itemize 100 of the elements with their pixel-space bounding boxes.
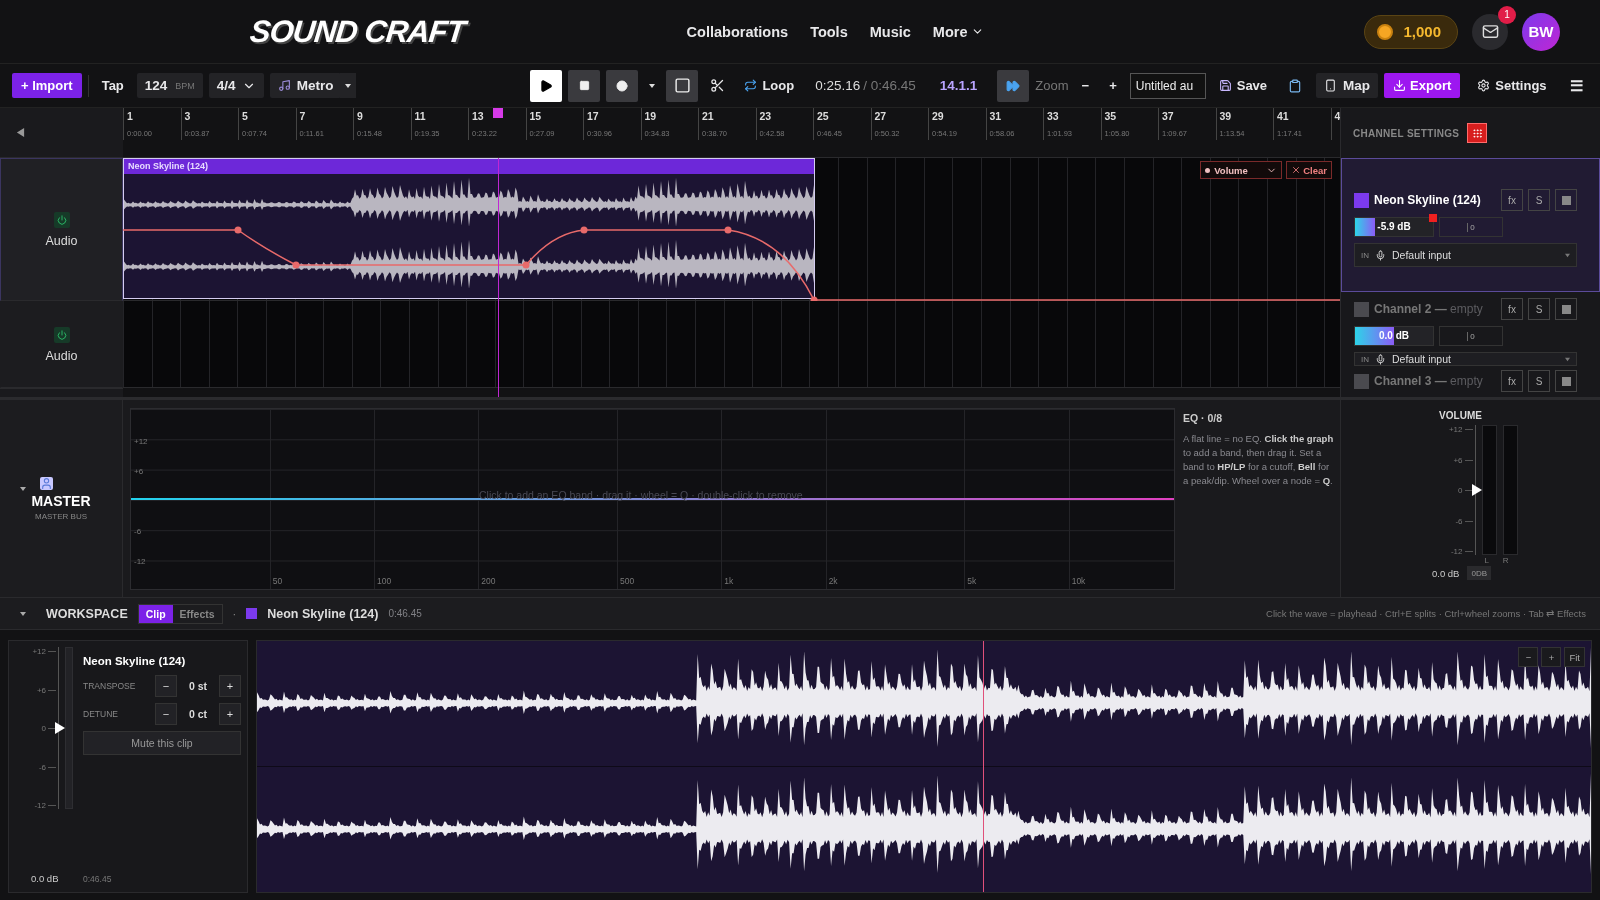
save-button[interactable]: Save [1211, 73, 1275, 98]
play-button[interactable] [530, 69, 563, 102]
decrement-button[interactable]: − [155, 703, 177, 725]
track-header[interactable]: Audio [0, 158, 123, 301]
bar-number: 5 [242, 110, 248, 122]
scale-label: 0 [41, 723, 46, 733]
mute-button[interactable] [1555, 189, 1577, 211]
power-button[interactable] [53, 326, 70, 343]
bar-number: 1 [127, 110, 133, 122]
solo-button[interactable]: S [1528, 189, 1550, 211]
coin-balance[interactable]: 1,000 [1364, 14, 1458, 49]
volume-slider[interactable]: 0.0 dB [1354, 326, 1434, 346]
workspace-tab[interactable]: Effects [172, 604, 222, 623]
music-note-icon [277, 79, 291, 92]
clear-button[interactable]: Clear [1286, 161, 1332, 179]
tap-button[interactable]: Tap [94, 73, 131, 98]
project-name-field[interactable]: Untitled au [1129, 72, 1206, 99]
pan-slider[interactable]: 0 [1439, 217, 1503, 237]
square-icon [1561, 304, 1571, 314]
record-icon [616, 79, 629, 92]
mute-clip-button[interactable]: Mute this clip [83, 731, 241, 755]
fx-button[interactable]: fx [1501, 298, 1523, 320]
increment-button[interactable]: + [219, 703, 241, 725]
frequency-label: 5k [967, 576, 977, 586]
audio-clip[interactable]: Neon Skyline (124) [123, 158, 815, 299]
export-button[interactable]: Export [1384, 73, 1461, 98]
solo-button[interactable]: S [1528, 370, 1550, 392]
bar-number: 25 [817, 110, 829, 122]
reset-button[interactable]: 0DB [1467, 566, 1491, 580]
fast-forward-icon [1006, 78, 1021, 93]
metronome-button[interactable]: Metro [269, 73, 342, 98]
control-value: 0 st [187, 680, 209, 692]
frequency-label: 100 [377, 576, 392, 586]
bpm-field[interactable]: 124 BPM [136, 73, 203, 98]
waveform-editor[interactable]: − + Fit [256, 640, 1592, 893]
solo-button[interactable]: S [1528, 298, 1550, 320]
more-menu[interactable]: More [932, 23, 985, 40]
import-button[interactable]: + Import [12, 73, 82, 98]
input-select[interactable]: IN Default input [1354, 352, 1577, 366]
channel-strip[interactable]: Neon Skyline (124) fx S -5.9 dB 0 IN Default input [1341, 158, 1600, 292]
channel-strip[interactable]: Channel 2 — empty fx S 0.0 dB 0 IN Default input [1341, 292, 1600, 364]
channel-strip[interactable]: Channel 3 — empty fx S [1341, 364, 1600, 397]
record-button[interactable] [606, 69, 639, 102]
phone-icon [1324, 79, 1338, 92]
nav-link[interactable]: Collaborations [686, 23, 789, 40]
zoom-in-button[interactable]: + [1102, 73, 1124, 98]
power-button[interactable] [53, 211, 70, 228]
collapse-icon[interactable] [16, 128, 25, 137]
play-icon [539, 78, 554, 93]
control-label: DETUNE [83, 709, 119, 719]
follow-button[interactable] [997, 69, 1030, 102]
clipboard-icon[interactable] [1288, 78, 1303, 93]
caret-icon [649, 82, 656, 89]
input-select[interactable]: IN Default input [1354, 243, 1577, 267]
reset-button[interactable] [1467, 123, 1488, 143]
bar-number: 4 [1334, 110, 1340, 122]
decrement-button[interactable]: − [155, 675, 177, 697]
settings-button[interactable]: Settings [1470, 73, 1554, 98]
zoom-out-button[interactable]: − [1074, 73, 1097, 98]
settings-icon [1477, 79, 1491, 92]
automation-select[interactable]: Volume [1200, 161, 1283, 179]
map-button[interactable]: Map [1316, 73, 1379, 98]
user-avatar[interactable]: BW [1522, 12, 1560, 51]
workspace-tab[interactable]: Clip [138, 604, 173, 623]
clip-title: Neon Skyline (124) [124, 159, 814, 174]
time-signature-select[interactable]: 4/4 [208, 73, 264, 98]
zoom-button[interactable]: − [1518, 647, 1539, 667]
clip-name: Neon Skyline (124) [267, 606, 379, 621]
zoom-button[interactable]: + [1541, 647, 1562, 667]
gain-label: +6 [134, 467, 144, 476]
bar-number: 7 [299, 110, 306, 122]
region-button[interactable] [666, 69, 699, 102]
control-label: TRANSPOSE [83, 681, 137, 691]
nav-link[interactable]: Tools [810, 23, 848, 40]
metronome-menu-button[interactable] [340, 73, 357, 98]
bar-number: 41 [1277, 110, 1289, 122]
control-value: 0 ct [187, 708, 209, 720]
track-lane[interactable]: Neon Skyline (124) Volume Clear [123, 158, 1340, 301]
pan-slider[interactable]: 0 [1439, 326, 1503, 346]
shortcut-hint: Click the wave = playhead · Ctrl+E splits · Ctrl+wheel zooms · Tab ⇄ Effects [1266, 608, 1586, 619]
gain-label: +12 [134, 437, 148, 446]
mute-button[interactable] [1555, 298, 1577, 320]
fx-button[interactable]: fx [1501, 189, 1523, 211]
bar-number: 21 [702, 110, 714, 122]
eq-graph[interactable]: 50 100 200 500 1k 2k 5k 10k +12 +6 -6 -12 Click to add an EQ band · drag it · wheel = Q · double-click to remove [130, 408, 1175, 590]
eq-hint: Click to add an EQ band · drag it · wheel = Q · double-click to remove [479, 489, 803, 501]
nav-link[interactable]: Music [869, 23, 911, 40]
caret-icon[interactable] [20, 610, 26, 617]
volume-slider[interactable]: -5.9 dB [1354, 217, 1434, 237]
playhead-marker[interactable] [493, 108, 503, 118]
workspace-title: WORKSPACE [46, 606, 128, 621]
mute-button[interactable] [1555, 370, 1577, 392]
loop-button[interactable]: Loop [737, 73, 802, 98]
menu-button[interactable]: ☰ [1563, 73, 1590, 98]
fx-button[interactable]: fx [1501, 370, 1523, 392]
scissors-icon[interactable] [710, 78, 726, 93]
stop-button[interactable] [568, 69, 601, 102]
logo[interactable]: SOUND CRAFT [248, 13, 467, 50]
increment-button[interactable]: + [219, 675, 241, 697]
zoom-button[interactable]: Fit [1564, 647, 1585, 667]
